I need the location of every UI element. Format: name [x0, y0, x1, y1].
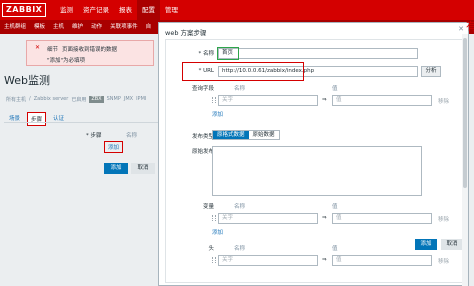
query-fields-label: 查询字段	[191, 86, 214, 92]
tab-steps[interactable]: 步骤	[27, 112, 47, 126]
subnav-discovery[interactable]: 自	[142, 20, 156, 34]
dialog-scrollbar[interactable]	[462, 34, 468, 286]
error-details-toggle[interactable]: 细节	[47, 47, 58, 53]
ipmi-badge: IPMI	[136, 96, 147, 102]
subnav-actions[interactable]: 动作	[87, 20, 106, 34]
breadcrumb: 所有主机 / Zabbix server 已启用 ZBX SNMP JMX IP…	[6, 96, 146, 103]
subnav-templates[interactable]: 模板	[30, 20, 49, 34]
step-dialog: web 方案步骤 ✕ * 名称 首页 * URL http://10.0.0.6…	[158, 22, 469, 286]
drag-handle-icon[interactable]	[212, 257, 216, 263]
post-fields-label: 原始发布	[191, 149, 214, 155]
variables-label: 变量	[202, 204, 214, 210]
headers-name-column: 名称	[234, 246, 246, 252]
step-name-input[interactable]: 首页	[218, 48, 418, 59]
snmp-badge: SNMP	[106, 96, 121, 102]
tab-divider	[4, 122, 159, 123]
host-status[interactable]: 已启用	[71, 96, 86, 103]
variable-remove-link[interactable]: 移除	[438, 215, 449, 223]
subnav-host-groups[interactable]: 主机群组	[0, 20, 30, 34]
variable-add-link[interactable]: 添加	[212, 228, 223, 236]
equals-sign: ⇒	[322, 257, 327, 263]
add-button[interactable]: 添加	[104, 163, 128, 174]
error-message-box: ✕ 细节 页面接收到错误的数据 "添加"为必填项	[26, 40, 154, 66]
top-navbar: ZABBIX 监测 资产记录 报表 配置 管理	[0, 0, 474, 20]
drag-handle-icon[interactable]	[212, 215, 216, 221]
steps-label: * 步骤	[86, 133, 102, 139]
watermark: 有	[466, 20, 474, 33]
header-remove-link[interactable]: 移除	[438, 257, 449, 265]
drag-handle-icon[interactable]	[212, 97, 216, 103]
add-step-link[interactable]: 添加	[104, 141, 124, 153]
query-name-input[interactable]: 关字	[218, 95, 318, 106]
parse-button[interactable]: 分析	[421, 66, 441, 77]
variables-value-column: 值	[332, 204, 338, 210]
headers-value-column: 值	[332, 246, 338, 252]
header-name-input[interactable]: 关字	[218, 255, 318, 266]
query-add-link[interactable]: 添加	[212, 110, 223, 118]
name-label: * 名称	[198, 51, 215, 57]
page-title: Web监测	[4, 74, 50, 87]
subnav-event-correlation[interactable]: 关联项事件	[106, 20, 142, 34]
tab-authentication[interactable]: 认证	[50, 112, 67, 126]
error-close-icon[interactable]: ✕	[35, 44, 40, 51]
cancel-button[interactable]: 取消	[131, 163, 155, 174]
zabbix-logo[interactable]: ZABBIX	[2, 3, 47, 17]
query-value-column: 值	[332, 86, 338, 92]
close-icon[interactable]: ✕	[458, 25, 464, 33]
post-type-form-data[interactable]: 原格式数据	[213, 131, 249, 139]
headers-label: 头	[208, 246, 214, 252]
error-message-text: 页面接收到错误的数据	[62, 47, 118, 53]
url-highlight	[182, 62, 304, 81]
nav-administration[interactable]: 管理	[160, 0, 183, 20]
post-fields-textarea[interactable]	[212, 146, 422, 196]
nav-inventory[interactable]: 资产记录	[78, 0, 114, 20]
tab-scenario[interactable]: 场景	[6, 112, 23, 126]
zbx-badge: ZBX	[89, 96, 104, 103]
breadcrumb-host[interactable]: Zabbix server	[34, 96, 69, 103]
dialog-add-button[interactable]: 添加	[415, 239, 437, 250]
variable-name-input[interactable]: 关字	[218, 213, 318, 224]
post-type-label: 发布类型	[191, 134, 214, 140]
steps-name-column: 名称	[126, 133, 138, 139]
breadcrumb-all-hosts[interactable]: 所有主机	[6, 96, 26, 103]
query-value-input[interactable]: 值	[332, 95, 432, 106]
query-name-column: 名称	[234, 86, 246, 92]
name-highlight	[217, 47, 239, 60]
subnav-hosts[interactable]: 主机	[49, 20, 68, 34]
scrollbar-thumb[interactable]	[463, 38, 467, 188]
top-nav-menu: 监测 资产记录 报表 配置 管理	[55, 0, 183, 20]
variables-name-column: 名称	[234, 204, 246, 210]
tab-bar: 场景 步骤 认证	[6, 112, 67, 126]
variable-value-input[interactable]: 值	[332, 213, 432, 224]
nav-reports[interactable]: 报表	[114, 0, 137, 20]
breadcrumb-separator: /	[29, 96, 31, 102]
equals-sign: ⇒	[322, 215, 327, 221]
post-type-toggle: 原格式数据 原始数据	[212, 130, 280, 140]
header-value-input[interactable]: 值	[332, 255, 432, 266]
equals-sign: ⇒	[322, 97, 327, 103]
dialog-cancel-button[interactable]: 取消	[441, 239, 463, 250]
error-line-1: 细节 页面接收到错误的数据	[47, 45, 117, 53]
dialog-title: web 方案步骤	[165, 29, 207, 37]
post-type-raw-data[interactable]: 原始数据	[249, 131, 279, 139]
nav-configuration[interactable]: 配置	[137, 0, 160, 20]
nav-monitoring[interactable]: 监测	[55, 0, 78, 20]
jmx-badge: JMX	[123, 96, 134, 102]
subnav-maintenance[interactable]: 维护	[68, 20, 87, 34]
query-remove-link[interactable]: 移除	[438, 97, 449, 105]
error-line-2: "添加"为必填项	[47, 58, 86, 64]
